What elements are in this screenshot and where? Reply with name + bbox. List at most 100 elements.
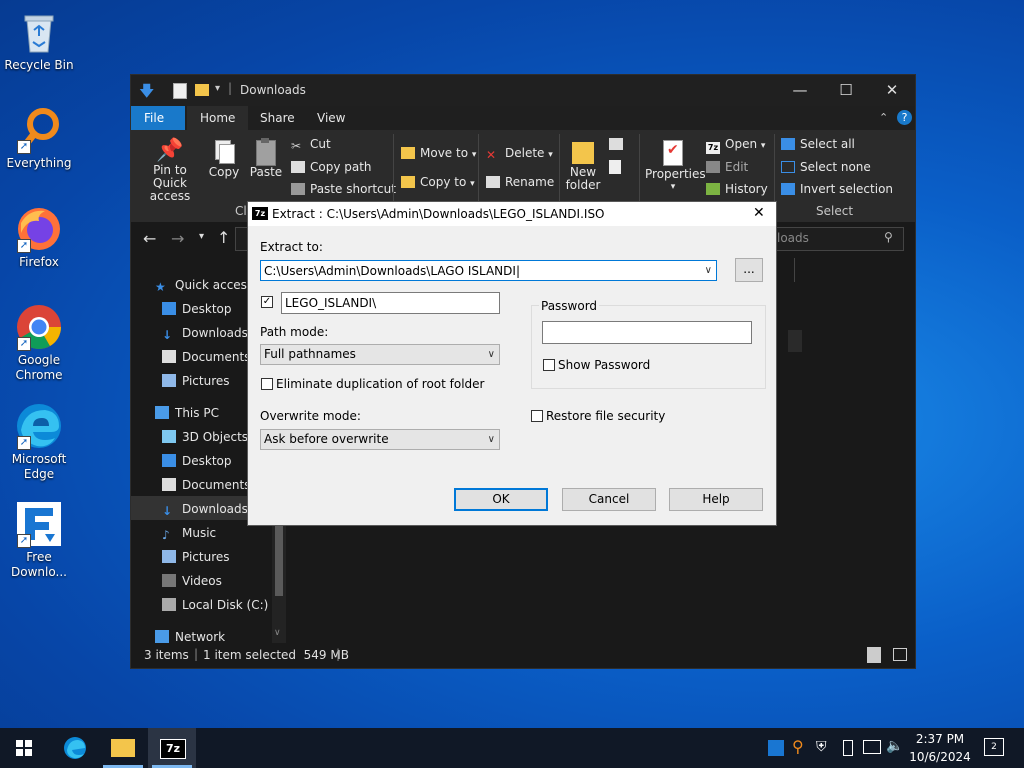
music-icon: ♪ xyxy=(162,528,170,542)
properties-button[interactable]: ✔ Properties ▾ xyxy=(645,138,706,194)
notification-center-icon[interactable]: 2 xyxy=(984,738,1004,756)
nav-item-downloads-pc[interactable]: ↓ Downloads xyxy=(162,502,248,518)
select-none-button[interactable]: Select none xyxy=(781,160,871,174)
dialog-titlebar[interactable]: 7z Extract : C:\Users\Admin\Downloads\LE… xyxy=(248,202,776,226)
invert-selection-button[interactable]: Invert selection xyxy=(781,182,893,196)
nav-item-documents[interactable]: Documents xyxy=(162,350,250,364)
new-item-icon[interactable] xyxy=(609,138,623,150)
paste-button[interactable]: Paste xyxy=(248,138,284,179)
cut-button[interactable]: ✂ Cut xyxy=(291,137,331,153)
desktop-icon-everything[interactable]: ➚ Everything xyxy=(4,106,74,171)
text-caret: | xyxy=(515,264,520,278)
nav-item-3d-objects[interactable]: 3D Objects xyxy=(162,430,248,444)
speaker-muted-icon[interactable]: 🔈 xyxy=(886,738,903,754)
clock-date[interactable]: 10/6/2024 xyxy=(908,750,972,764)
cancel-button[interactable]: Cancel xyxy=(562,488,656,511)
browse-button[interactable]: ... xyxy=(735,258,763,282)
nav-item-pictures-pc[interactable]: Pictures xyxy=(162,550,230,564)
history-button[interactable]: History xyxy=(706,182,768,196)
close-icon[interactable]: ✕ xyxy=(869,75,915,106)
new-folder-qat-icon[interactable] xyxy=(195,84,209,96)
recent-locations-chevron-icon[interactable]: ▾ xyxy=(199,231,204,242)
copy-path-button[interactable]: Copy path xyxy=(291,160,372,174)
move-to-button[interactable]: Move to ▾ xyxy=(401,146,476,160)
security-shield-icon[interactable]: ⛨ xyxy=(816,739,827,755)
clock-time[interactable]: 2:37 PM xyxy=(908,732,972,746)
show-password-checkbox[interactable] xyxy=(543,359,555,371)
tab-view[interactable]: View xyxy=(304,106,358,130)
delete-x-icon: ✕ xyxy=(486,148,497,162)
copy-button[interactable]: Copy xyxy=(207,138,241,179)
easy-access-icon[interactable] xyxy=(609,160,621,174)
subfolder-checkbox[interactable]: ✓ xyxy=(261,296,273,308)
desktop-icon-edge[interactable]: ➚ Microsoft Edge xyxy=(4,402,74,482)
extract-to-combo[interactable]: C:\Users\Admin\Downloads\LAGO ISLANDI| ∨ xyxy=(260,260,717,281)
desktop-icon-firefox[interactable]: ➚ Firefox xyxy=(4,205,74,270)
nav-item-local-disk[interactable]: Local Disk (C:) xyxy=(162,598,268,612)
ribbon-collapse-chevron-icon[interactable]: ⌃ xyxy=(879,111,888,124)
edit-button[interactable]: Edit xyxy=(706,160,748,174)
help-icon[interactable]: ? xyxy=(897,110,912,125)
nav-item-network[interactable]: Network xyxy=(155,630,225,644)
properties-qat-icon[interactable] xyxy=(173,83,187,99)
desktop-icon-recycle-bin[interactable]: Recycle Bin xyxy=(4,8,74,73)
nav-item-quick-access[interactable]: ★ Quick access xyxy=(155,278,253,294)
copy-to-button[interactable]: Copy to ▾ xyxy=(401,175,475,189)
overwrite-mode-select[interactable]: Ask before overwrite ∨ xyxy=(260,429,500,450)
start-button[interactable] xyxy=(0,728,48,768)
help-button[interactable]: Help xyxy=(669,488,763,511)
everything-tray-icon[interactable]: ⚲ xyxy=(792,737,804,756)
scroll-down-icon[interactable]: ∨ xyxy=(274,628,281,638)
tab-home[interactable]: Home xyxy=(187,106,249,130)
close-icon[interactable]: ✕ xyxy=(753,205,765,221)
nav-item-desktop[interactable]: Desktop xyxy=(162,302,232,316)
desktop-icon-free-download-manager[interactable]: ➚ Free Downlo... xyxy=(4,500,74,580)
restore-security-checkbox[interactable] xyxy=(531,410,543,422)
free-download-manager-tray-icon[interactable] xyxy=(768,740,784,756)
path-mode-select[interactable]: Full pathnames ∨ xyxy=(260,344,500,365)
explorer-titlebar[interactable]: 🡇 ▾ | Downloads — ☐ ✕ xyxy=(131,75,915,106)
nav-item-documents-pc[interactable]: Documents xyxy=(162,478,250,492)
subfolder-input[interactable]: LEGO_ISLANDI\ xyxy=(281,292,500,314)
item-count: 3 items xyxy=(144,648,189,662)
nav-item-pictures[interactable]: Pictures xyxy=(162,374,230,388)
paste-shortcut-button[interactable]: Paste shortcut xyxy=(291,182,396,196)
rename-button[interactable]: Rename xyxy=(486,175,554,189)
search-box[interactable]: loads ⚲ xyxy=(776,227,904,251)
pin-to-quick-access-button[interactable]: 📌 Pin to Quick access xyxy=(137,138,203,203)
taskbar-7zip[interactable]: 7z xyxy=(148,728,196,768)
forward-arrow-icon[interactable]: → xyxy=(171,229,184,248)
nav-item-music[interactable]: ♪ Music xyxy=(162,526,216,542)
paste-icon xyxy=(248,138,284,166)
ok-button[interactable]: OK xyxy=(454,488,548,511)
extract-to-label: Extract to: xyxy=(260,240,323,254)
details-view-icon[interactable] xyxy=(867,647,881,663)
nav-item-videos[interactable]: Videos xyxy=(162,574,222,588)
tab-file[interactable]: File xyxy=(131,106,185,130)
taskbar-file-explorer[interactable] xyxy=(99,728,147,768)
chevron-down-icon[interactable]: ∨ xyxy=(705,261,712,280)
taskbar-edge[interactable] xyxy=(51,728,99,768)
network-status-icon[interactable] xyxy=(863,740,881,754)
eliminate-duplication-checkbox[interactable] xyxy=(261,378,273,390)
large-icons-view-icon[interactable] xyxy=(893,648,907,661)
password-input[interactable] xyxy=(542,321,752,344)
usb-device-icon[interactable] xyxy=(843,740,853,756)
back-arrow-icon[interactable]: ← xyxy=(143,229,156,248)
delete-button[interactable]: ✕ Delete ▾ xyxy=(486,146,553,162)
desktop-icon-chrome[interactable]: ➚ Google Chrome xyxy=(4,303,74,383)
quick-access-down-arrow-icon[interactable]: 🡇 xyxy=(139,81,154,106)
nav-item-desktop-pc[interactable]: Desktop xyxy=(162,454,232,468)
nav-item-downloads[interactable]: ↓ Downloads xyxy=(162,326,248,342)
qat-dropdown-icon[interactable]: ▾ xyxy=(215,83,220,94)
open-button[interactable]: 7z Open ▾ xyxy=(706,137,765,154)
up-arrow-icon[interactable]: ↑ xyxy=(217,228,230,247)
select-all-button[interactable]: Select all xyxy=(781,137,855,151)
new-folder-button[interactable]: New folder xyxy=(563,138,603,192)
tab-share[interactable]: Share xyxy=(247,106,308,130)
path-mode-label: Path mode: xyxy=(260,325,329,339)
maximize-icon[interactable]: ☐ xyxy=(823,75,869,106)
nav-item-this-pc[interactable]: This PC xyxy=(155,406,219,420)
minimize-icon[interactable]: — xyxy=(777,75,823,106)
select-group-label: Select xyxy=(816,204,854,218)
